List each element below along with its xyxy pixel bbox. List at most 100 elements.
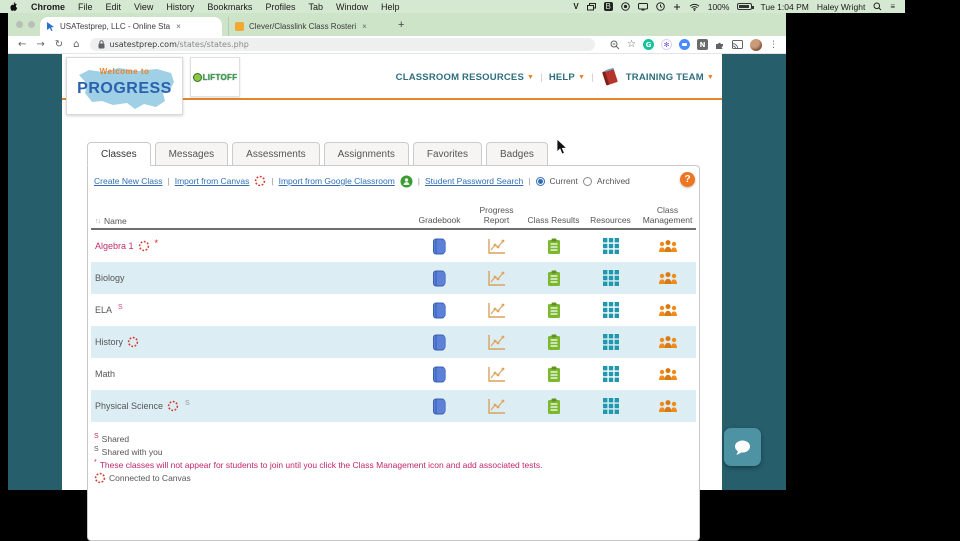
class-results-icon-cell[interactable] bbox=[525, 270, 582, 287]
progress-report-icon-cell[interactable] bbox=[468, 334, 525, 351]
tab-assignments[interactable]: Assignments bbox=[323, 142, 409, 166]
menu-item-profiles[interactable]: Profiles bbox=[265, 2, 295, 12]
class-name-link[interactable]: History bbox=[95, 337, 123, 347]
back-button[interactable]: ← bbox=[18, 39, 26, 50]
resources-icon-cell[interactable] bbox=[582, 302, 639, 318]
cast-icon[interactable] bbox=[732, 40, 743, 49]
class-name-link[interactable]: Math bbox=[95, 369, 115, 379]
help-icon[interactable]: ? bbox=[680, 172, 695, 187]
reload-button[interactable]: ↻ bbox=[55, 39, 63, 50]
resources-icon-cell[interactable] bbox=[582, 366, 639, 382]
nav-training-team[interactable]: TRAINING TEAM ▼ bbox=[626, 72, 714, 83]
zoom-extension-icon[interactable] bbox=[679, 39, 690, 50]
link-import-from-canvas[interactable]: Import from Canvas bbox=[175, 176, 250, 186]
input-icon[interactable] bbox=[673, 2, 681, 12]
class-name-link[interactable]: Algebra 1 bbox=[95, 241, 134, 251]
liftoff-logo[interactable]: LIFTOFF bbox=[190, 57, 240, 97]
tab-badges[interactable]: Badges bbox=[486, 142, 548, 166]
progress-report-icon-cell[interactable] bbox=[468, 302, 525, 319]
close-window-button[interactable] bbox=[16, 21, 23, 28]
flower-extension-icon[interactable]: ✻ bbox=[661, 39, 672, 50]
resources-icon-cell[interactable] bbox=[582, 270, 639, 286]
menu-item-tab[interactable]: Tab bbox=[308, 2, 323, 12]
browser-tab-clever[interactable]: Clever/Classlink Class Rosteri × bbox=[228, 17, 388, 36]
progress-report-icon-cell[interactable] bbox=[468, 238, 525, 255]
extensions-puzzle-icon[interactable] bbox=[715, 40, 725, 50]
class-management-icon-cell[interactable] bbox=[639, 239, 696, 253]
class-results-icon-cell[interactable] bbox=[525, 238, 582, 255]
radio-archived[interactable] bbox=[582, 176, 592, 186]
spotlight-icon[interactable] bbox=[873, 2, 882, 12]
tab-favorites[interactable]: Favorites bbox=[412, 142, 482, 166]
gradebook-icon-cell[interactable] bbox=[411, 334, 468, 351]
link-student-password-search[interactable]: Student Password Search bbox=[425, 176, 523, 186]
menu-item-bookmarks[interactable]: Bookmarks bbox=[207, 2, 252, 12]
class-name-link[interactable]: Physical Science bbox=[95, 401, 163, 411]
home-button[interactable]: ⌂ bbox=[73, 39, 79, 50]
gradebook-icon-cell[interactable] bbox=[411, 366, 468, 383]
class-name-link[interactable]: Biology bbox=[95, 273, 125, 283]
class-management-icon-cell[interactable] bbox=[639, 399, 696, 413]
nav-classroom-resources[interactable]: CLASSROOM RESOURCES ▼ bbox=[396, 72, 535, 83]
nav-help[interactable]: HELP ▼ bbox=[549, 72, 585, 83]
tab-messages[interactable]: Messages bbox=[154, 142, 229, 166]
resources-icon-cell[interactable] bbox=[582, 334, 639, 350]
browser-tab-usatestprep[interactable]: USATestprep, LLC - Online Sta × bbox=[40, 17, 222, 36]
menu-item-window[interactable]: Window bbox=[336, 2, 368, 12]
windows-icon[interactable] bbox=[586, 2, 596, 12]
menu-item-help[interactable]: Help bbox=[381, 2, 400, 12]
close-tab-icon[interactable]: × bbox=[176, 22, 181, 31]
class-management-icon-cell[interactable] bbox=[639, 271, 696, 285]
tab-assessments[interactable]: Assessments bbox=[232, 142, 320, 166]
menu-chrome[interactable]: Chrome bbox=[31, 2, 65, 12]
menu-item-history[interactable]: History bbox=[166, 2, 194, 12]
class-management-icon-cell[interactable] bbox=[639, 367, 696, 381]
wifi-icon[interactable] bbox=[689, 2, 700, 12]
padlock-icon[interactable] bbox=[98, 40, 105, 49]
class-results-icon-cell[interactable] bbox=[525, 302, 582, 319]
class-management-icon-cell[interactable] bbox=[639, 303, 696, 317]
menu-user[interactable]: Haley Wright bbox=[817, 2, 866, 12]
class-results-icon-cell[interactable] bbox=[525, 398, 582, 415]
menu-item-file[interactable]: File bbox=[78, 2, 93, 12]
gradebook-icon-cell[interactable] bbox=[411, 398, 468, 415]
progress-report-icon-cell[interactable] bbox=[468, 398, 525, 415]
link-create-new-class[interactable]: Create New Class bbox=[94, 176, 163, 186]
tab-classes[interactable]: Classes bbox=[87, 142, 151, 166]
display-icon[interactable] bbox=[637, 2, 648, 12]
class-management-icon-cell[interactable] bbox=[639, 335, 696, 349]
record-icon[interactable] bbox=[620, 2, 630, 12]
box-icon[interactable]: B bbox=[603, 2, 613, 11]
menu-clock[interactable]: Tue 1:04 PM bbox=[760, 2, 808, 12]
gradebook-icon-cell[interactable] bbox=[411, 302, 468, 319]
radio-current[interactable] bbox=[535, 176, 545, 186]
onepassword-icon[interactable]: V bbox=[573, 2, 578, 12]
browser-menu-icon[interactable]: ⋮ bbox=[769, 40, 778, 50]
menu-item-edit[interactable]: Edit bbox=[106, 2, 122, 12]
new-tab-button[interactable]: + bbox=[398, 19, 404, 31]
zoom-page-icon[interactable] bbox=[610, 40, 620, 50]
chat-widget-button[interactable] bbox=[724, 428, 761, 466]
profile-avatar[interactable] bbox=[750, 38, 762, 51]
column-header-name[interactable]: ↑↓ Name bbox=[91, 216, 411, 226]
progress-report-icon-cell[interactable] bbox=[468, 270, 525, 287]
n-extension-icon[interactable]: N bbox=[697, 39, 708, 50]
minimize-window-button[interactable] bbox=[28, 21, 35, 28]
progress-logo[interactable]: Welcome to PROGRESS bbox=[66, 57, 183, 115]
sort-icon[interactable]: ↑↓ bbox=[95, 218, 101, 225]
resources-icon-cell[interactable] bbox=[582, 238, 639, 254]
class-results-icon-cell[interactable] bbox=[525, 334, 582, 351]
apple-icon[interactable] bbox=[10, 1, 18, 12]
control-center-icon[interactable]: ≡ bbox=[890, 2, 895, 12]
address-bar[interactable]: usatestprep.com/states/states.php bbox=[89, 38, 595, 51]
link-import-from-google-classroom[interactable]: Import from Google Classroom bbox=[279, 176, 395, 186]
gradebook-icon-cell[interactable] bbox=[411, 270, 468, 287]
class-name-link[interactable]: ELA bbox=[95, 305, 112, 315]
gradebook-icon-cell[interactable] bbox=[411, 238, 468, 255]
menu-item-view[interactable]: View bbox=[134, 2, 153, 12]
progress-report-icon-cell[interactable] bbox=[468, 366, 525, 383]
resources-icon-cell[interactable] bbox=[582, 398, 639, 414]
bookmark-star-icon[interactable]: ☆ bbox=[627, 39, 636, 50]
forward-button[interactable]: → bbox=[36, 39, 44, 50]
timemachine-icon[interactable] bbox=[655, 2, 665, 12]
